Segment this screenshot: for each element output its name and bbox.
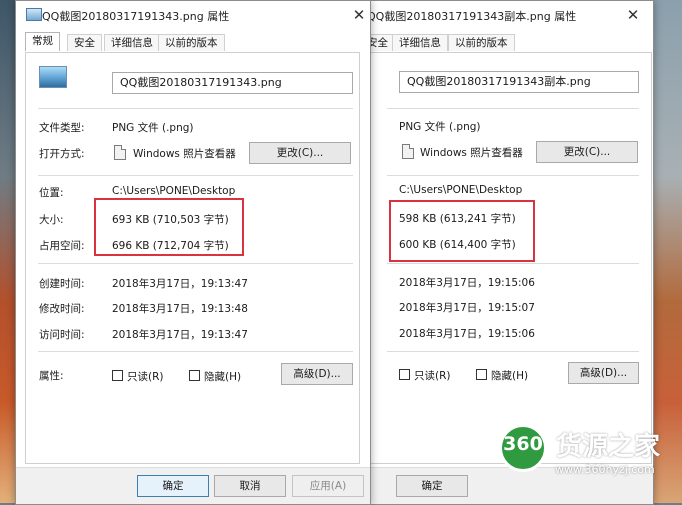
titlebar: QQ截图20180317191343副本.png 属性 ✕ [361,1,653,29]
tab-details[interactable]: 详细信息 [104,34,160,51]
modified-value: 2018年3月17日，19:15:07 [399,302,535,314]
file-type-value: PNG 文件 (.png) [112,122,194,134]
tab-general[interactable]: 常规 [25,32,60,51]
modified-label: 修改时间: [39,303,85,315]
tab-strip: 常规 安全 详细信息 以前的版本 [16,32,370,52]
created-value: 2018年3月17日，19:15:06 [399,277,535,289]
file-type-value: PNG 文件 (.png) [399,121,481,133]
hidden-checkbox[interactable] [189,370,200,381]
size-label: 大小: [39,214,64,226]
modified-value: 2018年3月17日，19:13:48 [112,303,248,315]
size-highlight-box [94,198,244,256]
location-value: C:\Users\PONE\Desktop [112,185,236,197]
advanced-button[interactable]: 高级(D)... [281,363,353,385]
tab-panel-general: QQ截图20180317191343.png 文件类型: PNG 文件 (.pn… [25,52,360,464]
location-value: C:\Users\PONE\Desktop [399,184,523,196]
hidden-label: 隐藏(H) [204,371,242,383]
attributes-label: 属性: [39,370,64,382]
change-button[interactable]: 更改(C)... [536,141,638,163]
change-button[interactable]: 更改(C)... [249,142,351,164]
apply-button[interactable]: 应用(A) [292,475,364,497]
hidden-checkbox[interactable] [476,369,487,380]
image-file-icon [26,8,42,21]
location-label: 位置: [39,187,64,199]
close-icon[interactable]: ✕ [347,4,371,26]
watermark-brand: 货源之家 [556,432,661,462]
hidden-label: 隐藏(H) [491,370,529,382]
accessed-value: 2018年3月17日，19:13:47 [112,329,248,341]
watermark-number: 360 [503,433,543,455]
cancel-button[interactable]: 取消 [214,475,286,497]
tab-previous-versions[interactable]: 以前的版本 [448,34,515,51]
properties-window-original: QQ截图20180317191343.png 属性 ✕ 常规 安全 详细信息 以… [15,0,371,505]
photo-viewer-app-icon [402,144,414,159]
tab-security[interactable]: 安全 [67,34,102,51]
size-on-disk-label: 占用空间: [39,240,85,252]
window-title: QQ截图20180317191343副本.png 属性 [367,10,577,23]
image-file-icon [39,66,67,88]
tab-strip: 安全 详细信息 以前的版本 [361,34,653,52]
readonly-checkbox[interactable] [112,370,123,381]
advanced-button[interactable]: 高级(D)... [568,362,639,384]
ok-button[interactable]: 确定 [396,475,468,497]
readonly-checkbox[interactable] [399,369,410,380]
watermark-url: www.360hyzj.com [555,463,655,476]
tab-previous-versions[interactable]: 以前的版本 [158,34,225,51]
readonly-label: 只读(R) [127,371,164,383]
open-with-value: Windows 照片查看器 [420,147,523,159]
close-icon[interactable]: ✕ [621,4,645,26]
window-title: QQ截图20180317191343.png 属性 [42,10,230,23]
created-value: 2018年3月17日，19:13:47 [112,278,248,290]
file-name-field[interactable]: QQ截图20180317191343.png [112,72,353,94]
created-label: 创建时间: [39,278,85,290]
tab-details[interactable]: 详细信息 [392,34,448,51]
open-with-value: Windows 照片查看器 [133,148,236,160]
readonly-label: 只读(R) [414,370,451,382]
file-name-field[interactable]: QQ截图20180317191343副本.png [399,71,639,93]
accessed-value: 2018年3月17日，19:15:06 [399,328,535,340]
open-with-label: 打开方式: [39,148,85,160]
ok-button[interactable]: 确定 [137,475,209,497]
photo-viewer-app-icon [114,145,126,160]
titlebar: QQ截图20180317191343.png 属性 ✕ [16,1,370,29]
size-highlight-box [389,200,535,262]
file-type-label: 文件类型: [39,122,85,134]
accessed-label: 访问时间: [39,329,85,341]
dialog-button-bar: 确定 取消 应用(A) [16,467,370,504]
